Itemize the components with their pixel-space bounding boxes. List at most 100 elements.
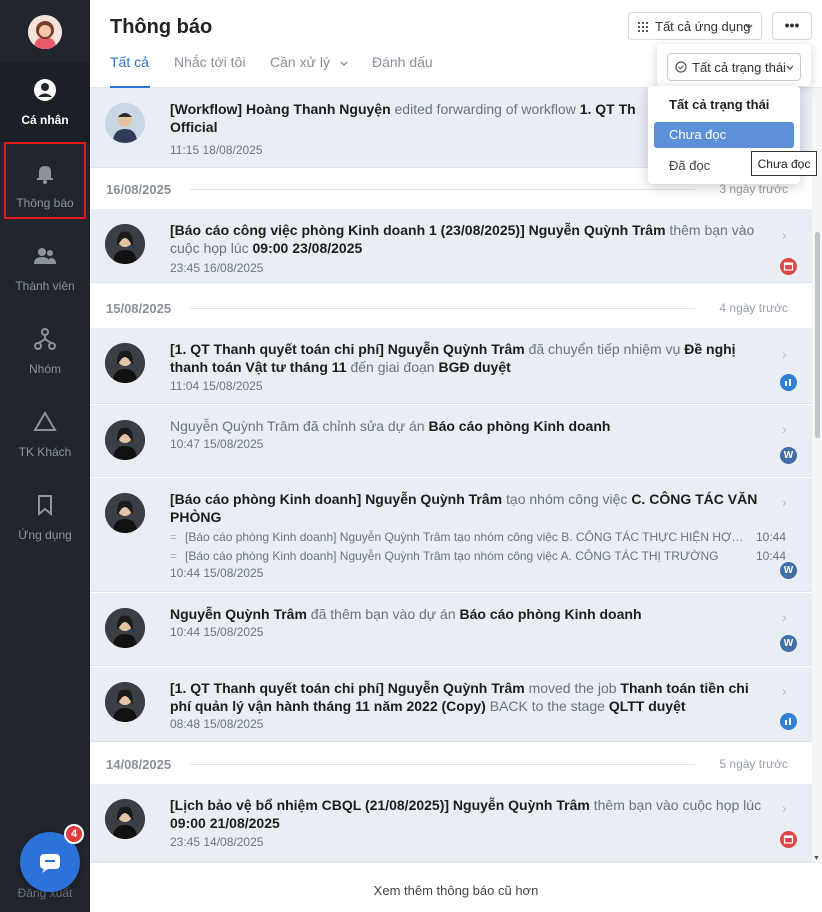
notification-object: 1. QT Th xyxy=(579,101,636,117)
notification-actor: [1. QT Thanh quyết toán chi phí] Nguyễn … xyxy=(170,680,525,696)
avatar xyxy=(105,420,145,460)
notification-action: Nguyễn Quỳnh Trâm đã chỉnh sửa dự án xyxy=(170,418,429,434)
chevron-down-icon xyxy=(340,61,348,66)
date-separator: 14/08/2025 5 ngày trước xyxy=(90,744,812,784)
highlight-box xyxy=(4,142,86,219)
notification-action: BACK to the stage xyxy=(485,698,609,714)
notification-time: 23:45 16/08/2025 xyxy=(170,261,264,275)
chevron-right-icon: › xyxy=(782,227,787,243)
sidebar-item-label: Cá nhân xyxy=(21,113,69,127)
notification-item[interactable]: [Báo cáo phòng Kinh doanh] Nguyễn Quỳnh … xyxy=(90,478,812,592)
relative-date: 3 ngày trước xyxy=(719,182,788,196)
notification-list[interactable]: [Workflow] Hoàng Thanh Nguyện edited for… xyxy=(90,88,812,862)
scrollbar-thumb[interactable] xyxy=(815,232,820,438)
notification-object: BGĐ duyệt xyxy=(438,359,511,375)
more-options-button[interactable]: ••• xyxy=(772,12,812,40)
tooltip: Chưa đọc xyxy=(751,151,817,176)
notification-item[interactable]: Nguyễn Quỳnh Trâm đã thêm bạn vào dự án … xyxy=(90,593,812,666)
date-label: 15/08/2025 xyxy=(106,301,172,316)
notification-item[interactable]: [Lịch bảo vệ bổ nhiệm CBQL (21/08/2025)]… xyxy=(90,784,812,862)
sub-notification-text: [Báo cáo phòng Kinh doanh] Nguyễn Quỳnh … xyxy=(185,549,719,563)
calendar-app-icon xyxy=(780,258,797,275)
relative-date: 4 ngày trước xyxy=(719,301,788,315)
notification-object: Báo cáo phòng Kinh doanh xyxy=(459,606,642,622)
app-filter-label: Tất cả ứng dụng xyxy=(655,19,751,34)
scrollbar[interactable] xyxy=(812,88,822,862)
sub-notification-time: 10:44 xyxy=(756,530,787,544)
avatar xyxy=(105,103,145,143)
notification-object: Official xyxy=(170,119,218,135)
date-separator: 15/08/2025 4 ngày trước xyxy=(90,288,812,328)
notification-action: đã chuyển tiếp nhiệm vụ xyxy=(524,341,685,357)
tab-label: Cần xử lý xyxy=(270,54,330,70)
notification-item[interactable]: [1. QT Thanh quyết toán chi phí] Nguyễn … xyxy=(90,328,812,404)
date-label: 14/08/2025 xyxy=(106,757,172,772)
tab-bookmarked[interactable]: Đánh dấu xyxy=(372,54,433,70)
notification-action: đã thêm bạn vào dự án xyxy=(306,606,460,622)
chat-button[interactable]: 4 xyxy=(20,824,84,892)
notification-action: tạo nhóm công việc xyxy=(502,491,632,507)
notification-object: 09:00 23/08/2025 xyxy=(252,240,363,256)
chevron-right-icon: › xyxy=(782,494,787,510)
sidebar-item-personal[interactable]: Cá nhân xyxy=(0,62,90,142)
notification-time: 11:15 18/08/2025 xyxy=(170,143,263,157)
quote-icon: = xyxy=(170,530,178,544)
notification-actor: [Báo cáo công việc phòng Kinh doanh 1 (2… xyxy=(170,222,666,238)
bookmark-icon xyxy=(38,495,52,517)
user-avatar[interactable] xyxy=(28,15,62,49)
chevron-right-icon: › xyxy=(782,683,787,699)
chevron-right-icon: › xyxy=(782,800,787,816)
avatar xyxy=(105,608,145,648)
tab-mentions[interactable]: Nhắc tới tôi xyxy=(174,54,245,70)
app-filter-dropdown[interactable]: Tất cả ứng dụng xyxy=(628,12,762,40)
chevron-right-icon: › xyxy=(782,609,787,625)
divider xyxy=(190,308,695,309)
sidebar-item-apps[interactable]: Ứng dụng xyxy=(0,477,90,557)
sidebar: Cá nhân Thông báo Thành viên Nhóm TK Khá… xyxy=(0,0,90,912)
notification-item[interactable]: [1. QT Thanh quyết toán chi phí] Nguyễn … xyxy=(90,667,812,742)
menu-item-unread[interactable]: Chưa đọc xyxy=(654,122,794,148)
notification-actor: [Lịch bảo vệ bổ nhiệm CBQL (21/08/2025)]… xyxy=(170,797,590,813)
grid-icon xyxy=(638,22,648,32)
tab-all[interactable]: Tất cả xyxy=(110,54,149,70)
calendar-app-icon xyxy=(780,831,797,848)
tab-to-handle[interactable]: Cần xử lý xyxy=(270,54,348,70)
sidebar-item-label: Nhóm xyxy=(28,362,61,376)
sub-notification-text: [Báo cáo phòng Kinh doanh] Nguyễn Quỳnh … xyxy=(185,530,745,544)
avatar xyxy=(105,224,145,264)
notification-time: 10:44 15/08/2025 xyxy=(170,566,264,580)
avatar xyxy=(105,493,145,533)
quote-icon: = xyxy=(170,549,178,563)
notification-actor: Nguyễn Quỳnh Trâm xyxy=(170,606,307,622)
notification-object: QLTT duyệt xyxy=(608,698,686,714)
notification-object: Báo cáo phòng Kinh doanh xyxy=(428,418,611,434)
sidebar-item-members[interactable]: Thành viên xyxy=(0,228,90,308)
status-filter-dropdown[interactable]: Tất cả trạng thái xyxy=(667,53,801,81)
chevron-down-icon xyxy=(786,65,794,70)
avatar xyxy=(105,343,145,383)
workflow-app-icon xyxy=(780,374,797,391)
work-app-icon: W xyxy=(780,447,797,464)
load-older-link[interactable]: Xem thêm thông báo cũ hơn xyxy=(90,862,822,912)
chevron-right-icon: › xyxy=(782,421,787,437)
triangle-icon xyxy=(33,411,57,431)
notification-action: moved the job xyxy=(524,680,621,696)
notification-actor: [1. QT Thanh quyết toán chi phí] Nguyễn … xyxy=(170,341,525,357)
work-app-icon: W xyxy=(780,635,797,652)
menu-item-all-status[interactable]: Tất cả trạng thái xyxy=(654,92,794,118)
notification-item[interactable]: [Báo cáo công việc phòng Kinh doanh 1 (2… xyxy=(90,209,812,283)
sidebar-item-guest-accounts[interactable]: TK Khách xyxy=(0,394,90,474)
divider xyxy=(190,189,695,190)
notification-actor: [Báo cáo phòng Kinh doanh] Nguyễn Quỳnh … xyxy=(170,491,503,507)
notification-time: 08:48 15/08/2025 xyxy=(170,717,264,731)
sidebar-item-groups[interactable]: Nhóm xyxy=(0,311,90,391)
notification-time: 10:44 15/08/2025 xyxy=(170,625,264,639)
notification-item[interactable]: Nguyễn Quỳnh Trâm đã chỉnh sửa dự án Báo… xyxy=(90,405,812,477)
network-icon xyxy=(34,328,56,350)
status-filter-popover: Tất cả trạng thái xyxy=(657,44,811,86)
notification-time: 23:45 14/08/2025 xyxy=(170,835,264,849)
notification-actor: [Workflow] Hoàng Thanh Nguyện xyxy=(170,101,391,117)
avatar xyxy=(105,799,145,839)
work-app-icon: W xyxy=(780,562,797,579)
scroll-down-arrow-icon[interactable]: ▼ xyxy=(813,855,820,862)
